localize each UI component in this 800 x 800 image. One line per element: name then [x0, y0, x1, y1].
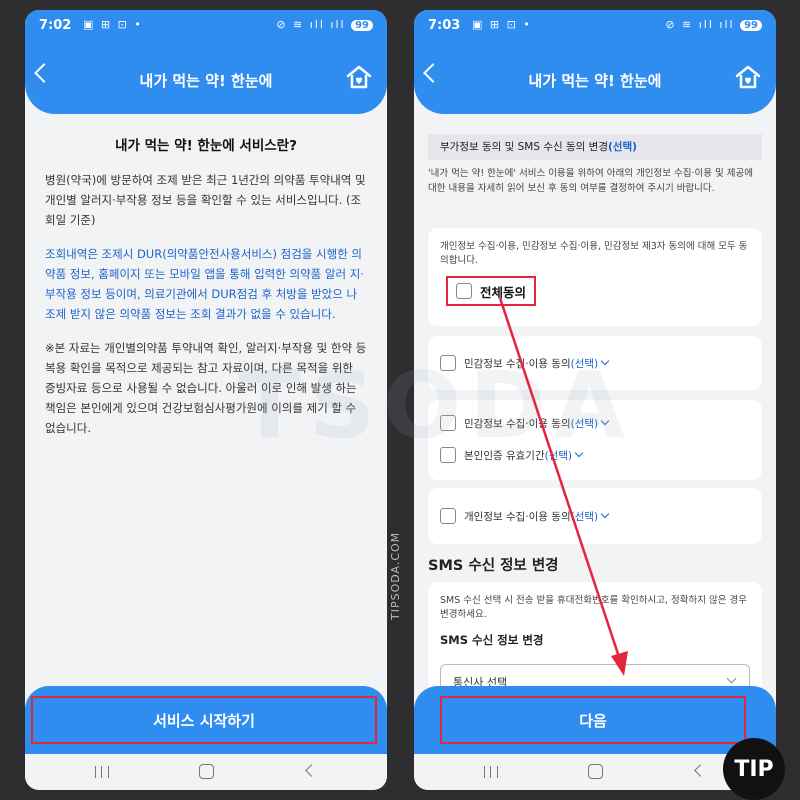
all-consent-card: 개인정보 수집·이용, 민감정보 수집·이용, 민감정보 제3자 동의에 대해 …: [428, 228, 762, 326]
recent-apps-icon[interactable]: [95, 766, 109, 778]
bottom-action-bar: 서비스 시작하기: [25, 686, 387, 754]
app-header: 7:02 ▣ ⊞ ⊡ • ⊘ ≋ ıll ıll 99 내가 먹는 약! 한눈에: [25, 10, 387, 114]
consent-section-header: 부가정보 동의 및 SMS 수신 동의 변경(선택): [428, 134, 762, 160]
consent-description: '내가 먹는 약! 한눈에' 서비스 이용을 위하여 아래의 개인정보 수집·이…: [428, 168, 753, 194]
battery-icon: 99: [351, 20, 373, 31]
home-icon[interactable]: [199, 764, 214, 779]
chevron-down-icon[interactable]: [600, 509, 610, 519]
signal-icons: ⊘ ≋ ıll ıll: [665, 18, 735, 31]
notification-icons: ▣ ⊞ ⊡ •: [83, 18, 143, 31]
status-time: 7:02: [39, 18, 72, 33]
home-icon[interactable]: [588, 764, 603, 779]
sms-description: SMS 수신 선택 시 전송 받을 휴대전화번호를 확인하시고, 정확하지 않은…: [440, 595, 747, 620]
all-agree-label: 전체동의: [480, 284, 527, 300]
status-time: 7:03: [428, 18, 461, 33]
system-status-icons: ⊘ ≋ ıll ıll 99: [665, 18, 762, 31]
notification-icons: ▣ ⊞ ⊡ •: [472, 18, 532, 31]
bottom-action-bar: 다음: [414, 686, 776, 754]
section-head-optional: (선택): [608, 141, 637, 153]
lookup-info-paragraph: 조회내역은 조제시 DUR(의약품안전사용서비스) 점검을 시행한 의약품 정보…: [45, 247, 364, 321]
android-nav-bar: [25, 754, 387, 790]
intro-title: 내가 먹는 약! 한눈에 서비스란?: [115, 138, 297, 154]
site-vertical-text: TIPSODA.COM: [389, 531, 402, 620]
back-icon[interactable]: [694, 764, 707, 777]
signal-icons: ⊘ ≋ ıll ıll: [276, 18, 346, 31]
system-status-icons: ⊘ ≋ ıll ıll 99: [276, 18, 373, 31]
consent-item-personal[interactable]: 개인정보 수집·이용 동의 (선택): [440, 508, 610, 524]
status-bar: 7:02 ▣ ⊞ ⊡ • ⊘ ≋ ıll ıll 99: [39, 16, 373, 38]
header-title: 내가 먹는 약! 한눈에: [528, 72, 662, 90]
header-title: 내가 먹는 약! 한눈에: [139, 72, 273, 90]
recent-apps-icon[interactable]: [484, 766, 498, 778]
checkbox[interactable]: [456, 283, 472, 299]
consent-card: 개인정보 수집·이용 동의 (선택): [428, 488, 762, 544]
status-bar: 7:03 ▣ ⊞ ⊡ • ⊘ ≋ ıll ıll 99: [428, 16, 762, 38]
home-heart-icon[interactable]: [345, 64, 373, 90]
checkbox[interactable]: [440, 508, 456, 524]
android-nav-bar: [414, 754, 776, 790]
back-icon[interactable]: [305, 764, 318, 777]
start-service-button[interactable]: 서비스 시작하기: [31, 696, 377, 744]
sms-subtitle: SMS 수신 정보 변경: [440, 633, 544, 647]
section-head-label: 부가정보 동의 및 SMS 수신 동의 변경: [440, 141, 608, 153]
consent-label: 개인정보 수집·이용 동의: [464, 510, 571, 523]
chevron-down-icon: [726, 673, 737, 684]
watermark: TSODA: [238, 352, 633, 459]
sms-card: SMS 수신 선택 시 전송 받을 휴대전화번호를 확인하시고, 정확하지 않은…: [428, 582, 762, 698]
sms-section-title: SMS 수신 정보 변경: [428, 558, 559, 574]
tip-logo: TIP: [723, 738, 785, 800]
app-header: 7:03 ▣ ⊞ ⊡ • ⊘ ≋ ıll ıll 99 내가 먹는 약! 한눈에: [414, 10, 776, 114]
all-consent-description: 개인정보 수집·이용, 민감정보 수집·이용, 민감정보 제3자 동의에 대해 …: [440, 241, 748, 266]
next-button[interactable]: 다음: [440, 696, 746, 744]
consent-optional: (선택): [570, 510, 599, 523]
all-agree-checkbox[interactable]: 전체동의: [446, 276, 536, 306]
battery-icon: 99: [740, 20, 762, 31]
intro-paragraph: 병원(약국)에 방문하여 조제 받은 최근 1년간의 의약품 투약내역 및 개인…: [45, 173, 366, 227]
home-heart-icon[interactable]: [734, 64, 762, 90]
